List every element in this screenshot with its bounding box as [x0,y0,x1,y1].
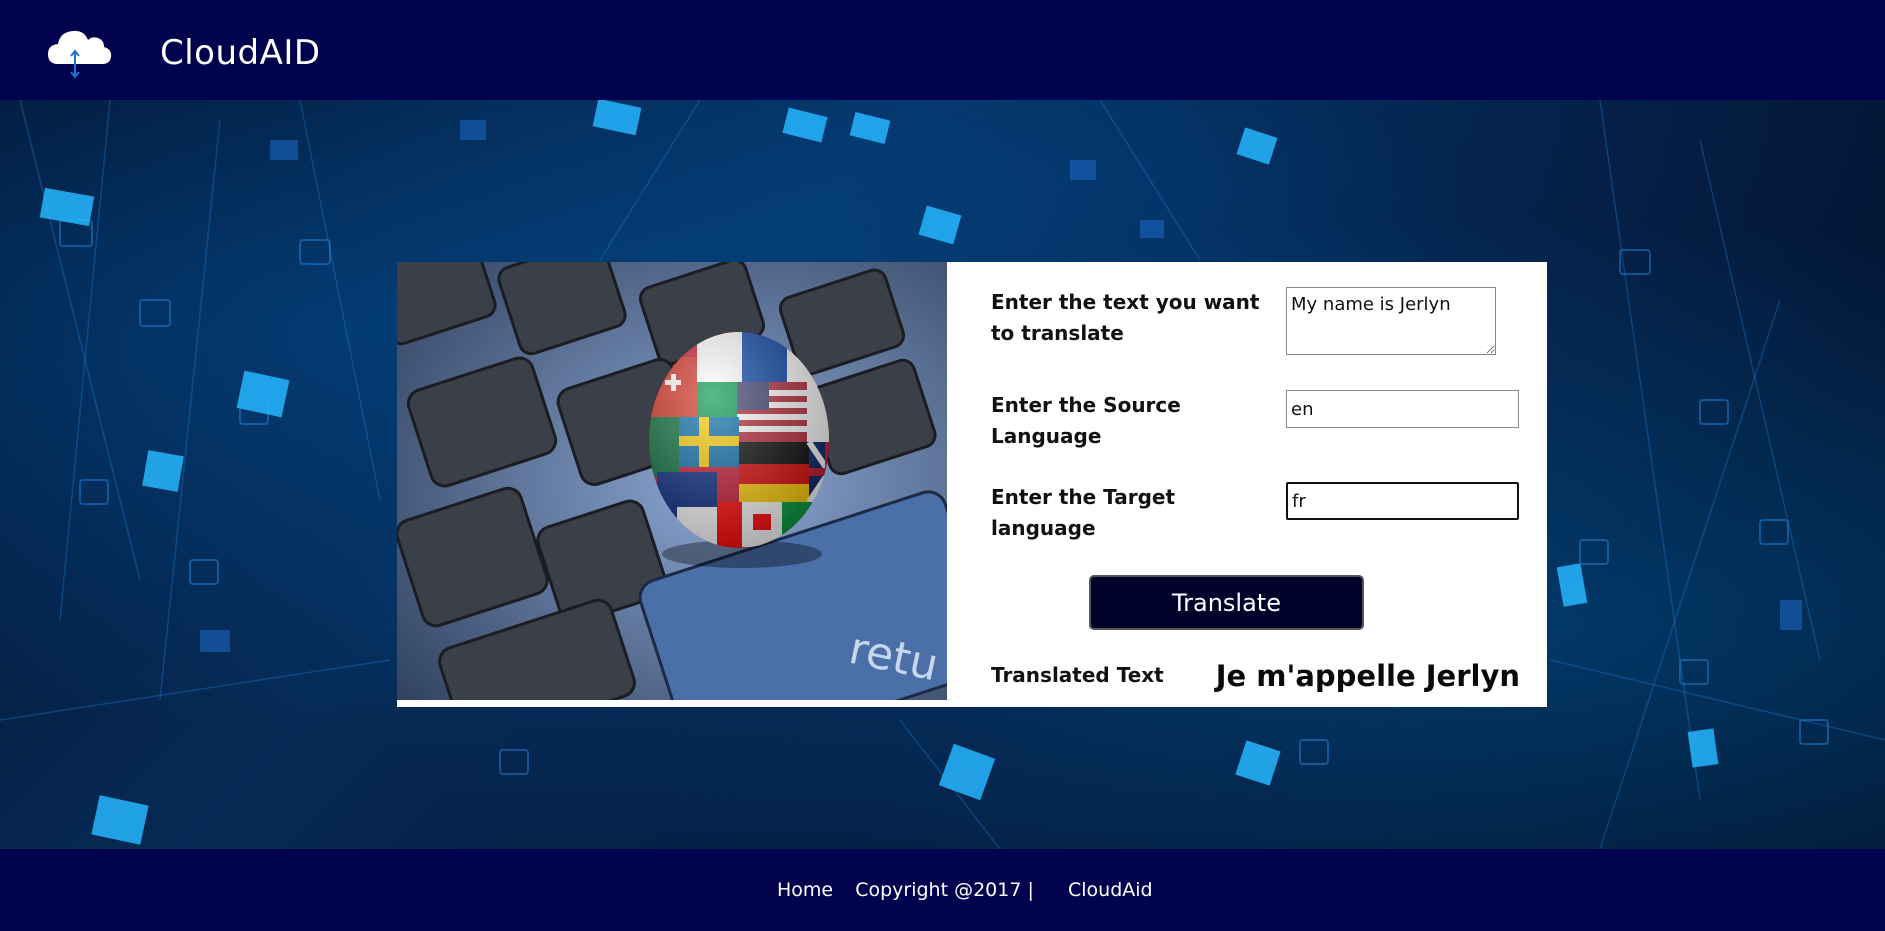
translation-illustration: retu [397,262,947,700]
translate-form: Enter the text you want to translate My … [947,262,1547,707]
footer-copyright: Copyright @2017 | [855,879,1034,901]
footer-links: Home Copyright @2017 | CloudAid [777,879,1153,901]
source-language-input[interactable] [1286,390,1519,428]
text-to-translate-input[interactable]: My name is Jerlyn [1286,287,1496,355]
translated-text-output: Je m'appelle Jerlyn [1215,659,1520,693]
footer-home-link[interactable]: Home [777,879,833,901]
translator-card: retu Enter the text you want to translat… [397,262,1547,707]
brand-title[interactable]: CloudAID [160,33,321,73]
footer-company-link[interactable]: CloudAid [1068,879,1153,901]
text-input-label: Enter the text you want to translate [991,290,1260,345]
footer: Home Copyright @2017 | CloudAid [0,849,1885,931]
translate-button[interactable]: Translate [1089,575,1364,630]
top-nav-bar: CloudAID [0,0,1885,100]
page: CloudAID retu Enter the text you want to… [0,0,1885,931]
target-language-label: Enter the Target language [991,485,1176,540]
target-language-input[interactable] [1286,482,1519,520]
cloud-logo-icon[interactable] [44,22,114,82]
keyboard-globe-image: retu [397,262,947,700]
source-language-label: Enter the Source Language [991,393,1181,448]
